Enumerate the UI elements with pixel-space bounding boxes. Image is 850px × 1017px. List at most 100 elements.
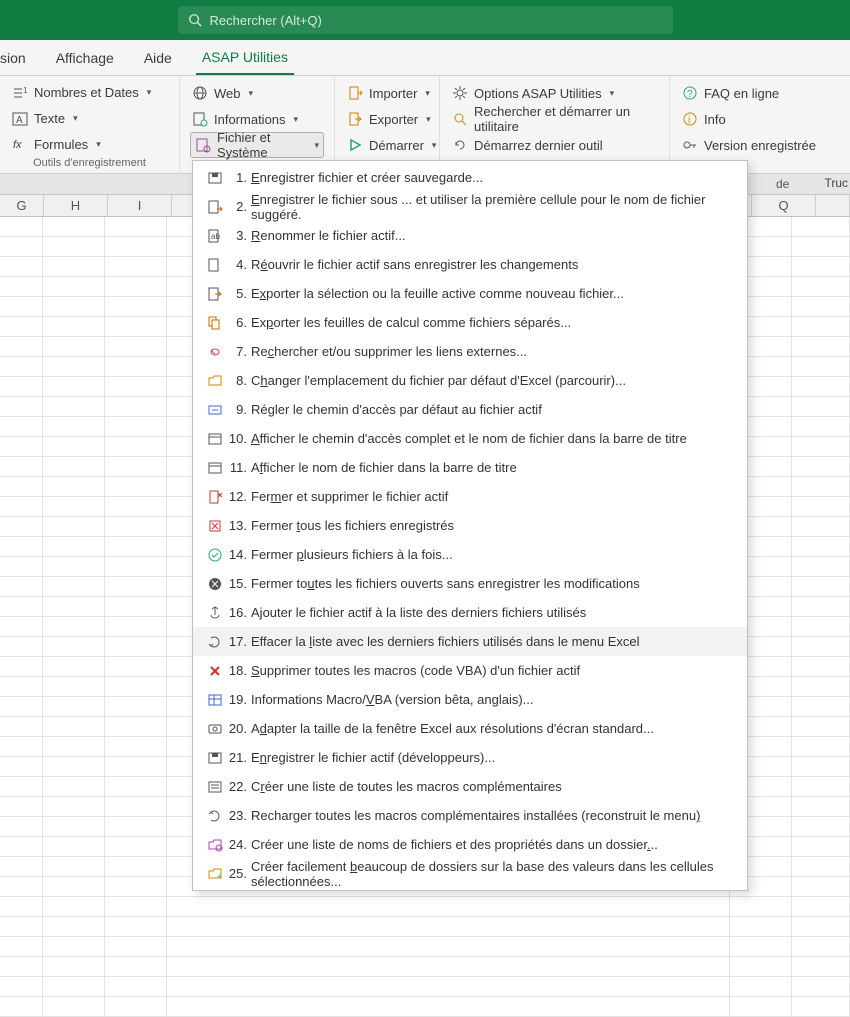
grid-row[interactable] — [0, 937, 850, 957]
texte-button[interactable]: A Texte▾ — [10, 106, 169, 132]
grid-cell[interactable] — [792, 397, 850, 416]
grid-cell[interactable] — [43, 657, 105, 676]
grid-row[interactable] — [0, 897, 850, 917]
grid-cell[interactable] — [792, 237, 850, 256]
grid-cell[interactable] — [43, 697, 105, 716]
grid-cell[interactable] — [105, 457, 167, 476]
grid-cell[interactable] — [43, 377, 105, 396]
menu-item-10[interactable]: 10.Afficher le chemin d'accès complet et… — [193, 424, 747, 453]
informations-button[interactable]: Informations▾ — [190, 106, 324, 132]
grid-cell[interactable] — [0, 857, 43, 876]
grid-cell[interactable] — [105, 597, 167, 616]
menu-item-8[interactable]: 8.Changer l'emplacement du fichier par d… — [193, 366, 747, 395]
grid-cell[interactable] — [792, 697, 850, 716]
grid-cell[interactable] — [43, 417, 105, 436]
grid-cell[interactable] — [792, 657, 850, 676]
grid-cell[interactable] — [0, 317, 43, 336]
grid-cell[interactable] — [105, 777, 167, 796]
grid-cell[interactable] — [0, 697, 43, 716]
grid-cell[interactable] — [0, 217, 43, 236]
grid-cell[interactable] — [792, 517, 850, 536]
demarrez-dernier-button[interactable]: Démarrez dernier outil — [450, 132, 659, 158]
grid-cell[interactable] — [792, 717, 850, 736]
grid-cell[interactable] — [0, 917, 43, 936]
grid-cell[interactable] — [105, 397, 167, 416]
grid-cell[interactable] — [792, 897, 850, 916]
grid-cell[interactable] — [43, 777, 105, 796]
grid-cell[interactable] — [792, 637, 850, 656]
grid-cell[interactable] — [105, 257, 167, 276]
grid-cell[interactable] — [43, 677, 105, 696]
grid-cell[interactable] — [0, 257, 43, 276]
grid-cell[interactable] — [105, 817, 167, 836]
grid-cell[interactable] — [0, 437, 43, 456]
grid-cell[interactable] — [43, 877, 105, 896]
grid-cell[interactable] — [0, 757, 43, 776]
menu-item-14[interactable]: 14.Fermer plusieurs fichiers à la fois..… — [193, 540, 747, 569]
grid-cell[interactable] — [730, 937, 792, 956]
tab-partial[interactable]: sion — [0, 42, 32, 74]
grid-cell[interactable] — [792, 917, 850, 936]
faq-button[interactable]: ? FAQ en ligne — [680, 80, 840, 106]
grid-cell[interactable] — [43, 277, 105, 296]
grid-cell[interactable] — [167, 977, 730, 996]
grid-cell[interactable] — [43, 597, 105, 616]
menu-item-6[interactable]: 6.Exporter les feuilles de calcul comme … — [193, 308, 747, 337]
grid-cell[interactable] — [730, 997, 792, 1016]
grid-row[interactable] — [0, 977, 850, 997]
menu-item-5[interactable]: 5.Exporter la sélection ou la feuille ac… — [193, 279, 747, 308]
menu-item-18[interactable]: 18.Supprimer toutes les macros (code VBA… — [193, 656, 747, 685]
grid-cell[interactable] — [0, 457, 43, 476]
grid-row[interactable] — [0, 917, 850, 937]
grid-cell[interactable] — [792, 997, 850, 1016]
menu-item-22[interactable]: 22.Créer une liste de toutes les macros … — [193, 772, 747, 801]
menu-item-16[interactable]: 16.Ajouter le fichier actif à la liste d… — [193, 598, 747, 627]
grid-cell[interactable] — [43, 857, 105, 876]
grid-cell[interactable] — [0, 417, 43, 436]
grid-cell[interactable] — [105, 317, 167, 336]
grid-cell[interactable] — [43, 357, 105, 376]
grid-cell[interactable] — [43, 397, 105, 416]
info-button[interactable]: i Info — [680, 106, 840, 132]
grid-cell[interactable] — [792, 477, 850, 496]
grid-cell[interactable] — [0, 577, 43, 596]
grid-cell[interactable] — [167, 957, 730, 976]
grid-cell[interactable] — [105, 337, 167, 356]
grid-cell[interactable] — [0, 837, 43, 856]
grid-cell[interactable] — [0, 957, 43, 976]
col-g[interactable]: G — [0, 195, 44, 217]
grid-cell[interactable] — [43, 237, 105, 256]
menu-item-20[interactable]: 20.Adapter la taille de la fenêtre Excel… — [193, 714, 747, 743]
grid-cell[interactable] — [43, 617, 105, 636]
grid-cell[interactable] — [43, 457, 105, 476]
grid-cell[interactable] — [43, 257, 105, 276]
grid-cell[interactable] — [730, 977, 792, 996]
grid-cell[interactable] — [105, 497, 167, 516]
grid-cell[interactable] — [0, 517, 43, 536]
grid-cell[interactable] — [105, 837, 167, 856]
menu-item-19[interactable]: 19.Informations Macro/VBA (version bêta,… — [193, 685, 747, 714]
grid-cell[interactable] — [0, 237, 43, 256]
grid-cell[interactable] — [105, 437, 167, 456]
grid-cell[interactable] — [792, 577, 850, 596]
grid-cell[interactable] — [730, 917, 792, 936]
grid-cell[interactable] — [792, 677, 850, 696]
grid-cell[interactable] — [105, 237, 167, 256]
grid-cell[interactable] — [43, 217, 105, 236]
options-button[interactable]: Options ASAP Utilities▾ — [450, 80, 659, 106]
grid-cell[interactable] — [792, 617, 850, 636]
grid-cell[interactable] — [43, 557, 105, 576]
grid-cell[interactable] — [792, 317, 850, 336]
grid-cell[interactable] — [105, 897, 167, 916]
grid-cell[interactable] — [167, 997, 730, 1016]
grid-cell[interactable] — [0, 737, 43, 756]
grid-cell[interactable] — [105, 557, 167, 576]
grid-cell[interactable] — [792, 557, 850, 576]
grid-cell[interactable] — [0, 657, 43, 676]
tab-affichage[interactable]: Affichage — [50, 42, 120, 74]
grid-cell[interactable] — [0, 637, 43, 656]
grid-cell[interactable] — [0, 357, 43, 376]
grid-cell[interactable] — [0, 777, 43, 796]
importer-button[interactable]: Importer▾ — [345, 80, 429, 106]
grid-cell[interactable] — [43, 297, 105, 316]
